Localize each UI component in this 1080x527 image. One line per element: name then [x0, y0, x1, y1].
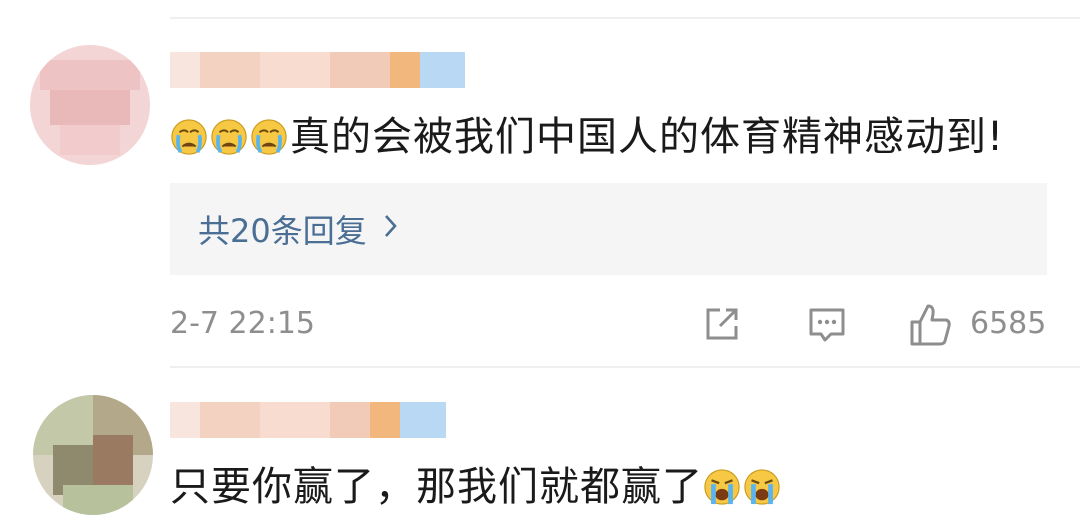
loudly-crying-face-icon	[743, 468, 781, 506]
divider-top	[170, 17, 1080, 19]
divider-comments	[170, 366, 1080, 368]
thumbs-up-icon	[910, 304, 951, 346]
crying-face-icon	[170, 118, 208, 156]
username[interactable]	[170, 52, 465, 88]
chevron-right-icon	[383, 212, 399, 247]
comment-icon	[809, 308, 845, 342]
comment-body: 真的会被我们中国人的体育精神感动到!	[290, 114, 1005, 160]
comment-meta: 2-7 22:15 6585	[170, 298, 1050, 350]
like-button[interactable]	[908, 302, 954, 348]
view-replies-link[interactable]: 共20条回复	[198, 206, 399, 252]
loudly-crying-face-icon	[703, 468, 741, 506]
comment-text: 真的会被我们中国人的体育精神感动到!	[170, 109, 1004, 165]
share-button[interactable]	[700, 302, 744, 346]
comment-body: 只要你赢了，那我们就都赢了	[170, 464, 703, 510]
comment-text: 只要你赢了，那我们就都赢了	[170, 459, 783, 515]
username[interactable]	[170, 402, 446, 438]
replies-panel: 共20条回复	[170, 183, 1047, 275]
crying-face-icon	[210, 118, 248, 156]
replies-label: 共20条回复	[198, 212, 367, 250]
comment-button[interactable]	[805, 302, 849, 346]
crying-face-icon	[250, 118, 288, 156]
timestamp: 2-7 22:15	[170, 306, 315, 341]
like-count: 6585	[970, 306, 1047, 341]
share-icon	[706, 308, 738, 340]
avatar[interactable]	[33, 395, 153, 515]
avatar[interactable]	[30, 45, 150, 165]
